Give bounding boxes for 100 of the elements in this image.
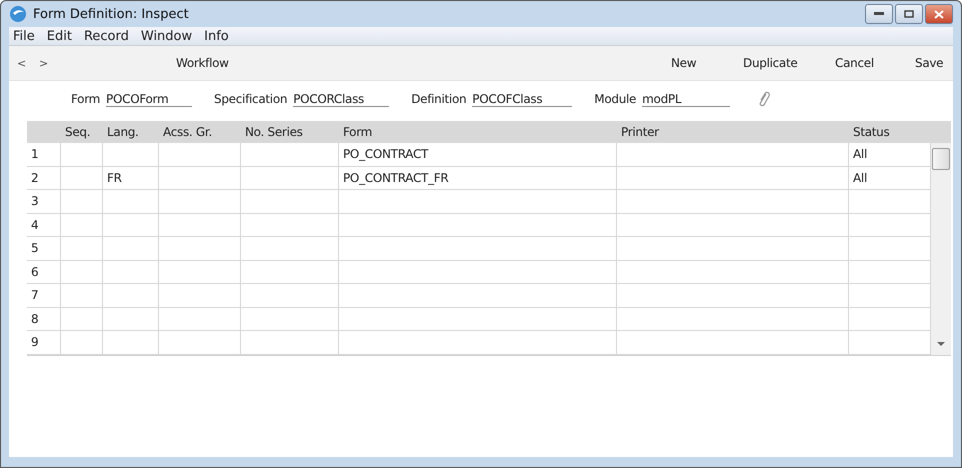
table-cell[interactable] [61, 260, 103, 284]
input-field[interactable]: POCORClass [293, 92, 390, 106]
table-cell[interactable] [241, 308, 339, 331]
table-cell[interactable] [159, 331, 241, 354]
table-cell[interactable]: FR [103, 166, 159, 190]
table-cell[interactable] [241, 331, 339, 354]
table-cell[interactable] [241, 284, 339, 308]
menu-item[interactable]: File [9, 28, 43, 44]
table-cell[interactable] [103, 214, 159, 237]
close-icon [934, 10, 944, 18]
row-number: 3 [27, 190, 61, 214]
maximize-icon [904, 10, 914, 18]
toolbar-button[interactable]: Save [915, 56, 945, 70]
table-cell[interactable] [241, 214, 339, 237]
row-number: 7 [27, 284, 61, 308]
table-cell[interactable] [61, 308, 103, 331]
field-label: Module [594, 92, 636, 106]
table-cell[interactable] [103, 331, 159, 354]
table-cell[interactable] [159, 166, 241, 190]
table-cell[interactable] [61, 190, 103, 214]
table-cell[interactable] [61, 143, 103, 166]
table-cell[interactable] [159, 214, 241, 237]
table-cell[interactable]: PO_CONTRACT_FR [339, 166, 617, 190]
table-cell[interactable] [103, 143, 159, 166]
table-cell[interactable] [61, 214, 103, 237]
table-cell[interactable] [339, 284, 617, 308]
column-header: Form [342, 125, 374, 139]
table-cell[interactable] [61, 237, 103, 260]
table-cell[interactable] [339, 260, 617, 284]
table-cell[interactable] [241, 260, 339, 284]
table-cell[interactable] [617, 308, 849, 331]
app-logo-icon [9, 5, 27, 23]
table-cell[interactable] [159, 190, 241, 214]
table-cell[interactable] [339, 237, 617, 260]
row-number: 9 [27, 331, 61, 354]
table-cell[interactable] [617, 214, 849, 237]
table-cell[interactable] [159, 260, 241, 284]
table-cell[interactable] [241, 143, 339, 166]
minimize-icon [874, 12, 884, 16]
row-number: 5 [27, 237, 61, 260]
table-cell[interactable] [103, 284, 159, 308]
field-label: Definition [411, 92, 466, 106]
scrollbar-thumb[interactable] [932, 148, 950, 170]
window-title: Form Definition: Inspect [33, 6, 189, 22]
row-number: 4 [27, 214, 61, 237]
input-field[interactable]: modPL [642, 92, 730, 106]
minimize-button[interactable] [865, 4, 893, 24]
column-header: No. Series [244, 125, 304, 139]
row-number: 2 [27, 166, 61, 190]
table-cell[interactable] [339, 308, 617, 331]
table-cell[interactable] [241, 166, 339, 190]
input-field[interactable]: POCOFClass [472, 92, 572, 106]
table-cell[interactable] [617, 143, 849, 166]
table-cell[interactable] [159, 143, 241, 166]
menu-item[interactable]: Window [136, 28, 200, 44]
back-button[interactable]: < [17, 56, 39, 70]
table-cell[interactable] [103, 308, 159, 331]
column-header: Status [852, 125, 890, 139]
table-cell[interactable] [103, 237, 159, 260]
table-cell[interactable] [61, 166, 103, 190]
table-cell[interactable] [241, 190, 339, 214]
maximize-button[interactable] [895, 4, 923, 24]
table-cell[interactable] [339, 190, 617, 214]
row-number: 1 [27, 143, 61, 166]
toolbar-button[interactable]: Duplicate [743, 56, 835, 70]
table-cell[interactable] [159, 308, 241, 331]
toolbar-button[interactable]: New [671, 56, 743, 70]
table-cell[interactable] [339, 331, 617, 354]
forward-button[interactable]: > [39, 56, 61, 70]
table-cell[interactable] [103, 260, 159, 284]
row-number: 6 [27, 260, 61, 284]
column-header: Acss. Gr. [162, 125, 213, 139]
field-label: Specification [214, 92, 288, 106]
table-cell[interactable] [617, 237, 849, 260]
input-field[interactable]: POCOForm [106, 92, 192, 106]
table-cell[interactable] [159, 284, 241, 308]
field-label: Form [71, 92, 100, 106]
table-cell[interactable] [617, 284, 849, 308]
table-cell[interactable] [339, 214, 617, 237]
table-cell[interactable] [103, 190, 159, 214]
table-cell[interactable] [159, 237, 241, 260]
table-cell[interactable] [617, 166, 849, 190]
table-cell[interactable] [61, 284, 103, 308]
close-button[interactable] [925, 4, 953, 24]
table-cell[interactable]: PO_CONTRACT [339, 143, 617, 166]
table-cell[interactable] [61, 331, 103, 354]
workflow-button[interactable]: Workflow [176, 56, 236, 70]
scrollbar[interactable] [931, 143, 951, 354]
table-cell[interactable] [241, 237, 339, 260]
menu-item[interactable]: Info [200, 28, 237, 44]
paperclip-icon[interactable] [758, 91, 770, 107]
table-cell[interactable] [617, 190, 849, 214]
column-header: Printer [620, 125, 660, 139]
table-cell[interactable] [617, 331, 849, 354]
menu-item[interactable]: Record [80, 28, 137, 44]
column-header: Lang. [106, 125, 140, 139]
scroll-down-icon[interactable] [937, 340, 945, 346]
toolbar-button[interactable]: Cancel [835, 56, 915, 70]
menu-item[interactable]: Edit [42, 28, 80, 44]
table-cell[interactable] [617, 260, 849, 284]
